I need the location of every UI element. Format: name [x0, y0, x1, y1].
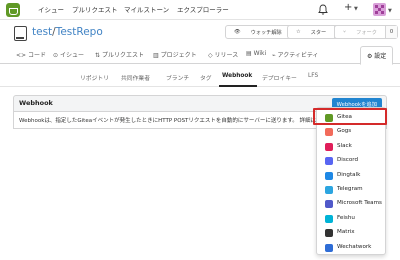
discord-icon [325, 157, 333, 166]
bell-icon[interactable] [318, 4, 328, 15]
matrix-icon [325, 229, 333, 238]
repo-icon [14, 26, 27, 41]
dropdown-item-label: Wechatwork [337, 243, 372, 250]
tab-releases[interactable]: ◇ リリース [208, 50, 238, 59]
submenu-divider [0, 86, 400, 87]
nav-milestones[interactable]: マイルストーン [124, 4, 169, 14]
submenu-active-indicator [219, 85, 257, 87]
submenu-repository[interactable]: リポジトリ [80, 73, 109, 82]
dropdown-item-label: Slack [337, 142, 352, 149]
star-button[interactable]: ☆ スター [288, 26, 334, 38]
feishu-icon [325, 214, 333, 223]
telegram-icon [325, 186, 333, 194]
webhook-description: Webhookは、指定したGiteaイベントが発生したときにHTTP POSTリ… [19, 118, 317, 124]
webhook-panel-title: Webhook [19, 99, 53, 107]
fork-icon: ⑂ [343, 29, 347, 35]
repo-owner-link[interactable]: test [32, 26, 52, 38]
issue-icon: ⊙ [53, 52, 60, 59]
fork-button-group[interactable]: ⑂ フォーク 0 [334, 25, 399, 39]
tab-pulls[interactable]: ⇅ プルリクエスト [95, 50, 144, 59]
repo-name-link[interactable]: TestRepo [56, 26, 103, 38]
dingtalk-icon [325, 171, 333, 180]
nav-explore[interactable]: エクスプローラー [177, 4, 229, 14]
dropdown-item-wechatwork[interactable]: Wechatwork [317, 241, 385, 255]
msteams-icon [325, 200, 333, 209]
repo-title: test/TestRepo [32, 26, 103, 38]
gitea-logo-icon[interactable] [6, 3, 20, 17]
dropdown-item-label: Gitea [337, 114, 352, 120]
dropdown-item-discord[interactable]: Discord [317, 154, 385, 168]
top-navbar: イシュー プルリクエスト マイルストーン エクスプローラー + ▼ ▼ [0, 0, 400, 20]
submenu-deploy-keys[interactable]: デプロイキー [262, 73, 297, 82]
nav-pulls[interactable]: プルリクエスト [72, 4, 118, 14]
dropdown-item-slack[interactable]: Slack [317, 140, 385, 154]
project-icon: ▥ [153, 52, 161, 59]
settings-submenu: リポジトリ 共同作業者 ブランチ タグ Webhook デプロイキー LFS [0, 68, 400, 86]
star-icon: ☆ [296, 29, 301, 35]
create-new-button[interactable]: + ▼ [344, 2, 358, 13]
dropdown-item-matrix[interactable]: Matrix [317, 226, 385, 240]
dropdown-item-dingtalk[interactable]: Dingtalk [317, 169, 385, 183]
wechatwork-icon [325, 243, 333, 252]
dropdown-item-microsoft-teams[interactable]: Microsoft Teams [317, 197, 385, 211]
tab-activity[interactable]: ⌁ アクティビティ [272, 50, 319, 59]
dropdown-item-label: Telegram [337, 186, 363, 192]
webhook-type-dropdown: Gitea Gogs Slack Discord Dingtalk Telegram Mic… [316, 107, 386, 255]
repo-header: test/TestRepo 👁ウォッチ解除 1 ☆スター 0 ⑂フォーク 0 [0, 20, 400, 46]
tab-issues[interactable]: ⊙ イシュー [53, 50, 84, 59]
dropdown-item-label: Matrix [337, 229, 355, 236]
fork-count[interactable]: 0 [384, 26, 398, 38]
eye-slash-icon: 👁 [234, 29, 241, 35]
avatar-chevron-down-icon[interactable]: ▼ [388, 6, 392, 14]
submenu-lfs[interactable]: LFS [308, 73, 318, 79]
fork-button[interactable]: ⑂ フォーク [335, 26, 385, 38]
dropdown-item-gogs[interactable]: Gogs [317, 125, 385, 139]
tab-code[interactable]: <> コード [16, 50, 46, 59]
dropdown-item-label: Dingtalk [337, 171, 361, 178]
user-avatar[interactable] [373, 3, 386, 16]
gogs-icon [325, 128, 333, 137]
submenu-tags[interactable]: タグ [200, 73, 212, 82]
dropdown-item-feishu[interactable]: Feishu [317, 212, 385, 226]
slack-icon [325, 142, 333, 151]
tab-projects[interactable]: ▥ プロジェクト [153, 50, 197, 59]
gitea-icon [325, 114, 333, 122]
dropdown-item-label: Feishu [337, 214, 355, 221]
nav-issues[interactable]: イシュー [38, 4, 64, 14]
pull-request-icon: ⇅ [95, 52, 102, 59]
tab-settings[interactable]: ⚙ 設定 [360, 46, 394, 65]
dropdown-item-label: Discord [337, 157, 359, 164]
dropdown-item-label: Microsoft Teams [337, 200, 382, 207]
dropdown-item-gitea[interactable]: Gitea [317, 111, 385, 125]
submenu-branches[interactable]: ブランチ [166, 73, 189, 82]
tab-wiki[interactable]: ▤ Wiki [246, 50, 266, 57]
dropdown-item-label: Gogs [337, 128, 352, 135]
submenu-collaborators[interactable]: 共同作業者 [121, 73, 150, 82]
watch-button[interactable]: 👁 ウォッチ解除 [226, 26, 290, 38]
book-icon: ▤ [246, 50, 254, 57]
dropdown-item-telegram[interactable]: Telegram [317, 183, 385, 197]
submenu-webhook[interactable]: Webhook [222, 73, 252, 79]
repo-tabs: <> コード ⊙ イシュー ⇅ プルリクエスト ▥ プロジェクト ◇ リリース … [0, 46, 400, 65]
chevron-down-icon: ▼ [352, 6, 358, 12]
